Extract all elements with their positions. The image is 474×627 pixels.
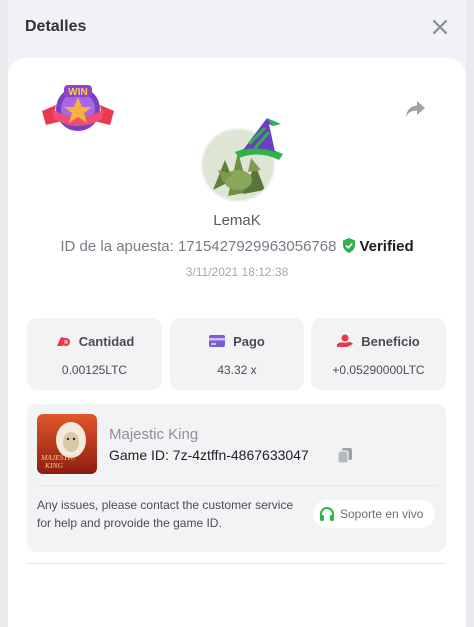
coins-icon xyxy=(55,334,71,348)
stat-value: 43.32 x xyxy=(217,363,257,377)
svg-text:KING: KING xyxy=(44,461,64,470)
stat-beneficio: Beneficio +0.05290000LTC xyxy=(311,318,446,390)
divider xyxy=(37,485,437,486)
stat-value: 0.00125LTC xyxy=(61,363,128,377)
share-icon[interactable] xyxy=(404,98,426,120)
headphones-icon xyxy=(319,506,335,522)
game-id: Game ID: 7z-4ztffn-4867633047 xyxy=(109,447,309,463)
stat-label: Beneficio xyxy=(361,334,420,349)
bet-id-label: ID de la apuesta: xyxy=(60,238,174,255)
game-name[interactable]: Majestic King xyxy=(109,426,198,443)
live-support-button[interactable]: Soporte en vivo xyxy=(313,500,435,528)
modal-header: Detalles xyxy=(8,0,466,56)
details-card: WIN LemaK ID de la apuesta: 171542792996… xyxy=(8,58,466,627)
user-avatar xyxy=(201,118,289,202)
stat-label: Pago xyxy=(233,334,265,349)
stat-value: +0.05290000LTC xyxy=(332,363,425,377)
win-badge-icon: WIN xyxy=(40,81,116,137)
svg-text:WIN: WIN xyxy=(68,87,87,98)
verified-shield-icon xyxy=(342,238,356,253)
bet-id-value: 1715427929963056768 xyxy=(177,238,337,255)
game-thumbnail[interactable]: MAJESTIC KING xyxy=(37,414,97,474)
close-icon[interactable] xyxy=(429,16,451,38)
card-icon xyxy=(209,334,226,348)
bet-id-row: ID de la apuesta: 1715427929963056768 Ver… xyxy=(8,238,466,255)
verified-label: Verified xyxy=(359,238,414,255)
stat-cantidad: Cantidad 0.00125LTC xyxy=(27,318,162,390)
stat-pago: Pago 43.32 x xyxy=(170,318,304,390)
details-modal: Detalles WIN LemaK ID de la apuesta: 171… xyxy=(8,0,466,627)
username: LemaK xyxy=(213,212,261,229)
wizard-hat-icon xyxy=(229,114,287,164)
bet-datetime: 3/11/2021 18:12:38 xyxy=(185,265,289,279)
hand-coin-icon xyxy=(337,334,354,348)
divider xyxy=(27,563,446,564)
modal-title: Detalles xyxy=(25,18,87,35)
game-card: MAJESTIC KING Majestic King Game ID: 7z-… xyxy=(27,404,446,552)
stat-label: Cantidad xyxy=(78,334,135,349)
live-support-label: Soporte en vivo xyxy=(340,507,424,521)
support-note: Any issues, please contact the customer … xyxy=(37,498,294,530)
copy-icon[interactable] xyxy=(337,447,353,464)
